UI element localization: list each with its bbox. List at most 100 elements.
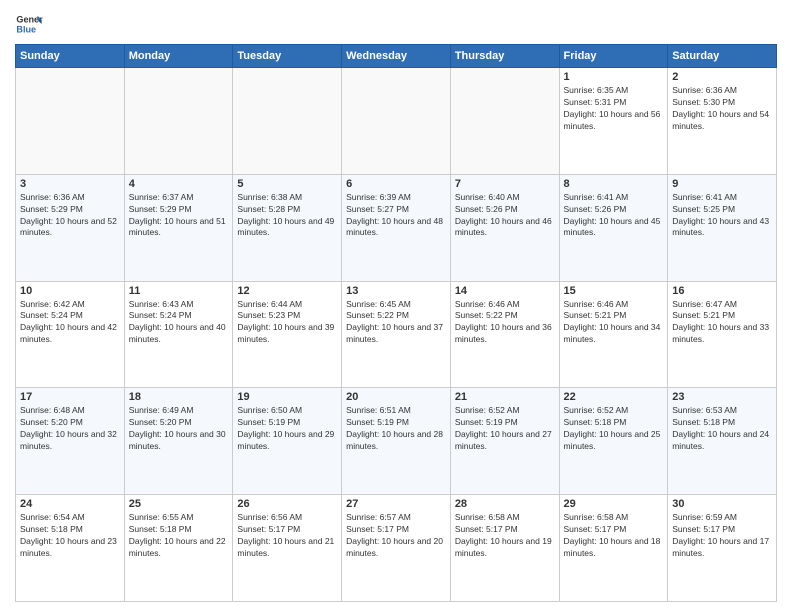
day-info: Sunrise: 6:56 AM Sunset: 5:17 PM Dayligh… — [237, 512, 337, 560]
day-number: 24 — [20, 498, 120, 510]
day-number: 29 — [564, 498, 664, 510]
day-number: 6 — [346, 178, 446, 190]
day-number: 19 — [237, 391, 337, 403]
header: General Blue — [15, 10, 777, 38]
day-info: Sunrise: 6:36 AM Sunset: 5:30 PM Dayligh… — [672, 85, 772, 133]
day-number: 23 — [672, 391, 772, 403]
day-info: Sunrise: 6:39 AM Sunset: 5:27 PM Dayligh… — [346, 192, 446, 240]
day-info: Sunrise: 6:52 AM Sunset: 5:18 PM Dayligh… — [564, 405, 664, 453]
day-number: 15 — [564, 285, 664, 297]
calendar-week-row: 24 Sunrise: 6:54 AM Sunset: 5:18 PM Dayli… — [16, 495, 777, 602]
calendar-body: 1 Sunrise: 6:35 AM Sunset: 5:31 PM Daylig… — [16, 68, 777, 602]
day-info: Sunrise: 6:57 AM Sunset: 5:17 PM Dayligh… — [346, 512, 446, 560]
calendar-cell: 22Sunrise: 6:52 AM Sunset: 5:18 PM Dayli… — [559, 388, 668, 495]
day-number: 9 — [672, 178, 772, 190]
calendar-cell: 11 Sunrise: 6:43 AM Sunset: 5:24 PM Dayli… — [124, 281, 233, 388]
calendar-cell: 9 Sunrise: 6:41 AM Sunset: 5:25 PM Daylig… — [668, 174, 777, 281]
day-info: Sunrise: 6:45 AM Sunset: 5:22 PM Dayligh… — [346, 299, 446, 347]
calendar-cell — [124, 68, 233, 175]
calendar-week-row: 10 Sunrise: 6:42 AM Sunset: 5:24 PM Dayli… — [16, 281, 777, 388]
calendar-cell: 6 Sunrise: 6:39 AM Sunset: 5:27 PM Daylig… — [342, 174, 451, 281]
day-number: 27 — [346, 498, 446, 510]
calendar-table: SundayMondayTuesdayWednesdayThursdayFrid… — [15, 44, 777, 602]
day-info: Sunrise: 6:50 AM Sunset: 5:19 PM Dayligh… — [237, 405, 337, 453]
calendar-cell: 21 Sunrise: 6:52 AM Sunset: 5:19 PM Dayli… — [450, 388, 559, 495]
calendar-cell: 4Sunrise: 6:37 AM Sunset: 5:29 PM Daylig… — [124, 174, 233, 281]
weekday-header: Thursday — [450, 45, 559, 68]
calendar-cell: 10 Sunrise: 6:42 AM Sunset: 5:24 PM Dayli… — [16, 281, 125, 388]
day-info: Sunrise: 6:46 AM Sunset: 5:21 PM Dayligh… — [564, 299, 664, 347]
calendar-cell: 12Sunrise: 6:44 AM Sunset: 5:23 PM Dayli… — [233, 281, 342, 388]
calendar-week-row: 3 Sunrise: 6:36 AM Sunset: 5:29 PM Daylig… — [16, 174, 777, 281]
day-info: Sunrise: 6:35 AM Sunset: 5:31 PM Dayligh… — [564, 85, 664, 133]
calendar-cell — [450, 68, 559, 175]
calendar-cell: 23 Sunrise: 6:53 AM Sunset: 5:18 PM Dayli… — [668, 388, 777, 495]
calendar-cell: 28Sunrise: 6:58 AM Sunset: 5:17 PM Dayli… — [450, 495, 559, 602]
day-number: 26 — [237, 498, 337, 510]
day-info: Sunrise: 6:49 AM Sunset: 5:20 PM Dayligh… — [129, 405, 229, 453]
day-number: 18 — [129, 391, 229, 403]
day-number: 16 — [672, 285, 772, 297]
day-info: Sunrise: 6:40 AM Sunset: 5:26 PM Dayligh… — [455, 192, 555, 240]
day-number: 30 — [672, 498, 772, 510]
day-number: 8 — [564, 178, 664, 190]
calendar-cell: 15 Sunrise: 6:46 AM Sunset: 5:21 PM Dayli… — [559, 281, 668, 388]
day-info: Sunrise: 6:48 AM Sunset: 5:20 PM Dayligh… — [20, 405, 120, 453]
day-info: Sunrise: 6:53 AM Sunset: 5:18 PM Dayligh… — [672, 405, 772, 453]
calendar-cell: 13Sunrise: 6:45 AM Sunset: 5:22 PM Dayli… — [342, 281, 451, 388]
calendar-cell: 18 Sunrise: 6:49 AM Sunset: 5:20 PM Dayli… — [124, 388, 233, 495]
calendar-cell: 8 Sunrise: 6:41 AM Sunset: 5:26 PM Daylig… — [559, 174, 668, 281]
day-number: 21 — [455, 391, 555, 403]
day-info: Sunrise: 6:58 AM Sunset: 5:17 PM Dayligh… — [455, 512, 555, 560]
weekday-header: Saturday — [668, 45, 777, 68]
day-info: Sunrise: 6:42 AM Sunset: 5:24 PM Dayligh… — [20, 299, 120, 347]
calendar-cell: 2Sunrise: 6:36 AM Sunset: 5:30 PM Daylig… — [668, 68, 777, 175]
day-info: Sunrise: 6:41 AM Sunset: 5:26 PM Dayligh… — [564, 192, 664, 240]
day-number: 14 — [455, 285, 555, 297]
day-number: 1 — [564, 71, 664, 83]
day-number: 3 — [20, 178, 120, 190]
day-info: Sunrise: 6:59 AM Sunset: 5:17 PM Dayligh… — [672, 512, 772, 560]
calendar-header-row: SundayMondayTuesdayWednesdayThursdayFrid… — [16, 45, 777, 68]
calendar-cell — [233, 68, 342, 175]
weekday-header: Monday — [124, 45, 233, 68]
weekday-header: Friday — [559, 45, 668, 68]
day-info: Sunrise: 6:55 AM Sunset: 5:18 PM Dayligh… — [129, 512, 229, 560]
day-info: Sunrise: 6:41 AM Sunset: 5:25 PM Dayligh… — [672, 192, 772, 240]
day-number: 25 — [129, 498, 229, 510]
day-info: Sunrise: 6:52 AM Sunset: 5:19 PM Dayligh… — [455, 405, 555, 453]
calendar-cell — [16, 68, 125, 175]
svg-text:Blue: Blue — [16, 24, 36, 34]
day-info: Sunrise: 6:47 AM Sunset: 5:21 PM Dayligh… — [672, 299, 772, 347]
day-number: 10 — [20, 285, 120, 297]
calendar-cell: 3 Sunrise: 6:36 AM Sunset: 5:29 PM Daylig… — [16, 174, 125, 281]
logo-icon: General Blue — [15, 10, 43, 38]
page: General Blue SundayMondayTuesdayWednesda… — [0, 0, 792, 612]
day-number: 5 — [237, 178, 337, 190]
weekday-header: Tuesday — [233, 45, 342, 68]
day-info: Sunrise: 6:43 AM Sunset: 5:24 PM Dayligh… — [129, 299, 229, 347]
day-info: Sunrise: 6:38 AM Sunset: 5:28 PM Dayligh… — [237, 192, 337, 240]
calendar-cell: 29 Sunrise: 6:58 AM Sunset: 5:17 PM Dayli… — [559, 495, 668, 602]
day-number: 20 — [346, 391, 446, 403]
day-info: Sunrise: 6:51 AM Sunset: 5:19 PM Dayligh… — [346, 405, 446, 453]
day-info: Sunrise: 6:54 AM Sunset: 5:18 PM Dayligh… — [20, 512, 120, 560]
calendar-cell: 16 Sunrise: 6:47 AM Sunset: 5:21 PM Dayli… — [668, 281, 777, 388]
weekday-header: Sunday — [16, 45, 125, 68]
calendar-week-row: 1 Sunrise: 6:35 AM Sunset: 5:31 PM Daylig… — [16, 68, 777, 175]
day-info: Sunrise: 6:58 AM Sunset: 5:17 PM Dayligh… — [564, 512, 664, 560]
calendar-cell: 30 Sunrise: 6:59 AM Sunset: 5:17 PM Dayli… — [668, 495, 777, 602]
day-number: 11 — [129, 285, 229, 297]
day-info: Sunrise: 6:36 AM Sunset: 5:29 PM Dayligh… — [20, 192, 120, 240]
calendar-cell: 5 Sunrise: 6:38 AM Sunset: 5:28 PM Daylig… — [233, 174, 342, 281]
calendar-cell: 17 Sunrise: 6:48 AM Sunset: 5:20 PM Dayli… — [16, 388, 125, 495]
calendar-cell: 27 Sunrise: 6:57 AM Sunset: 5:17 PM Dayli… — [342, 495, 451, 602]
calendar-cell: 1 Sunrise: 6:35 AM Sunset: 5:31 PM Daylig… — [559, 68, 668, 175]
calendar-cell: 7Sunrise: 6:40 AM Sunset: 5:26 PM Daylig… — [450, 174, 559, 281]
calendar-cell: 14Sunrise: 6:46 AM Sunset: 5:22 PM Dayli… — [450, 281, 559, 388]
day-number: 4 — [129, 178, 229, 190]
calendar-cell — [342, 68, 451, 175]
calendar-cell: 20 Sunrise: 6:51 AM Sunset: 5:19 PM Dayli… — [342, 388, 451, 495]
logo: General Blue — [15, 10, 43, 38]
day-number: 17 — [20, 391, 120, 403]
